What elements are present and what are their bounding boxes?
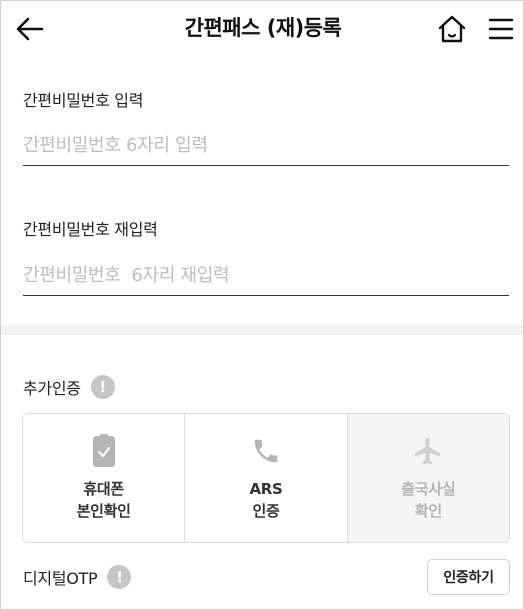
- auth-option-label: 휴대폰 본인확인: [76, 480, 131, 520]
- home-button[interactable]: [435, 12, 469, 46]
- pin-confirm-label: 간편비밀번호 재입력: [23, 220, 158, 239]
- auth-options: 휴대폰 본인확인 ARS 인증 출국사실 확인: [22, 413, 510, 543]
- otp-heading: 디지털OTP !: [23, 565, 132, 589]
- auth-option-label: 출국사실 확인: [401, 480, 456, 520]
- section-divider: [1, 325, 523, 335]
- pin-confirm-input[interactable]: [23, 256, 509, 296]
- hamburger-menu-icon: [488, 18, 514, 40]
- auth-option-departure: 출국사실 확인: [347, 414, 509, 542]
- phone-check-icon: [92, 434, 115, 467]
- phone-call-icon: [254, 439, 278, 463]
- pin-input[interactable]: [23, 126, 509, 166]
- menu-button[interactable]: [485, 13, 517, 45]
- auth-option-ars[interactable]: ARS 인증: [185, 414, 348, 542]
- extra-auth-label: 추가인증: [23, 379, 81, 398]
- airplane-icon: [414, 437, 441, 465]
- info-icon[interactable]: !: [90, 375, 115, 399]
- header: 간편패스 (재)등록: [1, 1, 523, 57]
- auth-option-label: ARS 인증: [249, 480, 283, 520]
- info-icon[interactable]: !: [107, 565, 132, 589]
- auth-option-phone[interactable]: 휴대폰 본인확인: [23, 414, 186, 542]
- otp-verify-button[interactable]: 인증하기: [427, 559, 510, 595]
- app-frame: 간편패스 (재)등록 간편비밀번호 입력 간편비밀번호 재입력 추가인증 ! 휴…: [0, 0, 524, 610]
- extra-auth-heading: 추가인증 !: [23, 375, 115, 399]
- home-icon: [438, 15, 466, 43]
- pin-label: 간편비밀번호 입력: [23, 91, 144, 110]
- otp-label: 디지털OTP: [23, 569, 98, 588]
